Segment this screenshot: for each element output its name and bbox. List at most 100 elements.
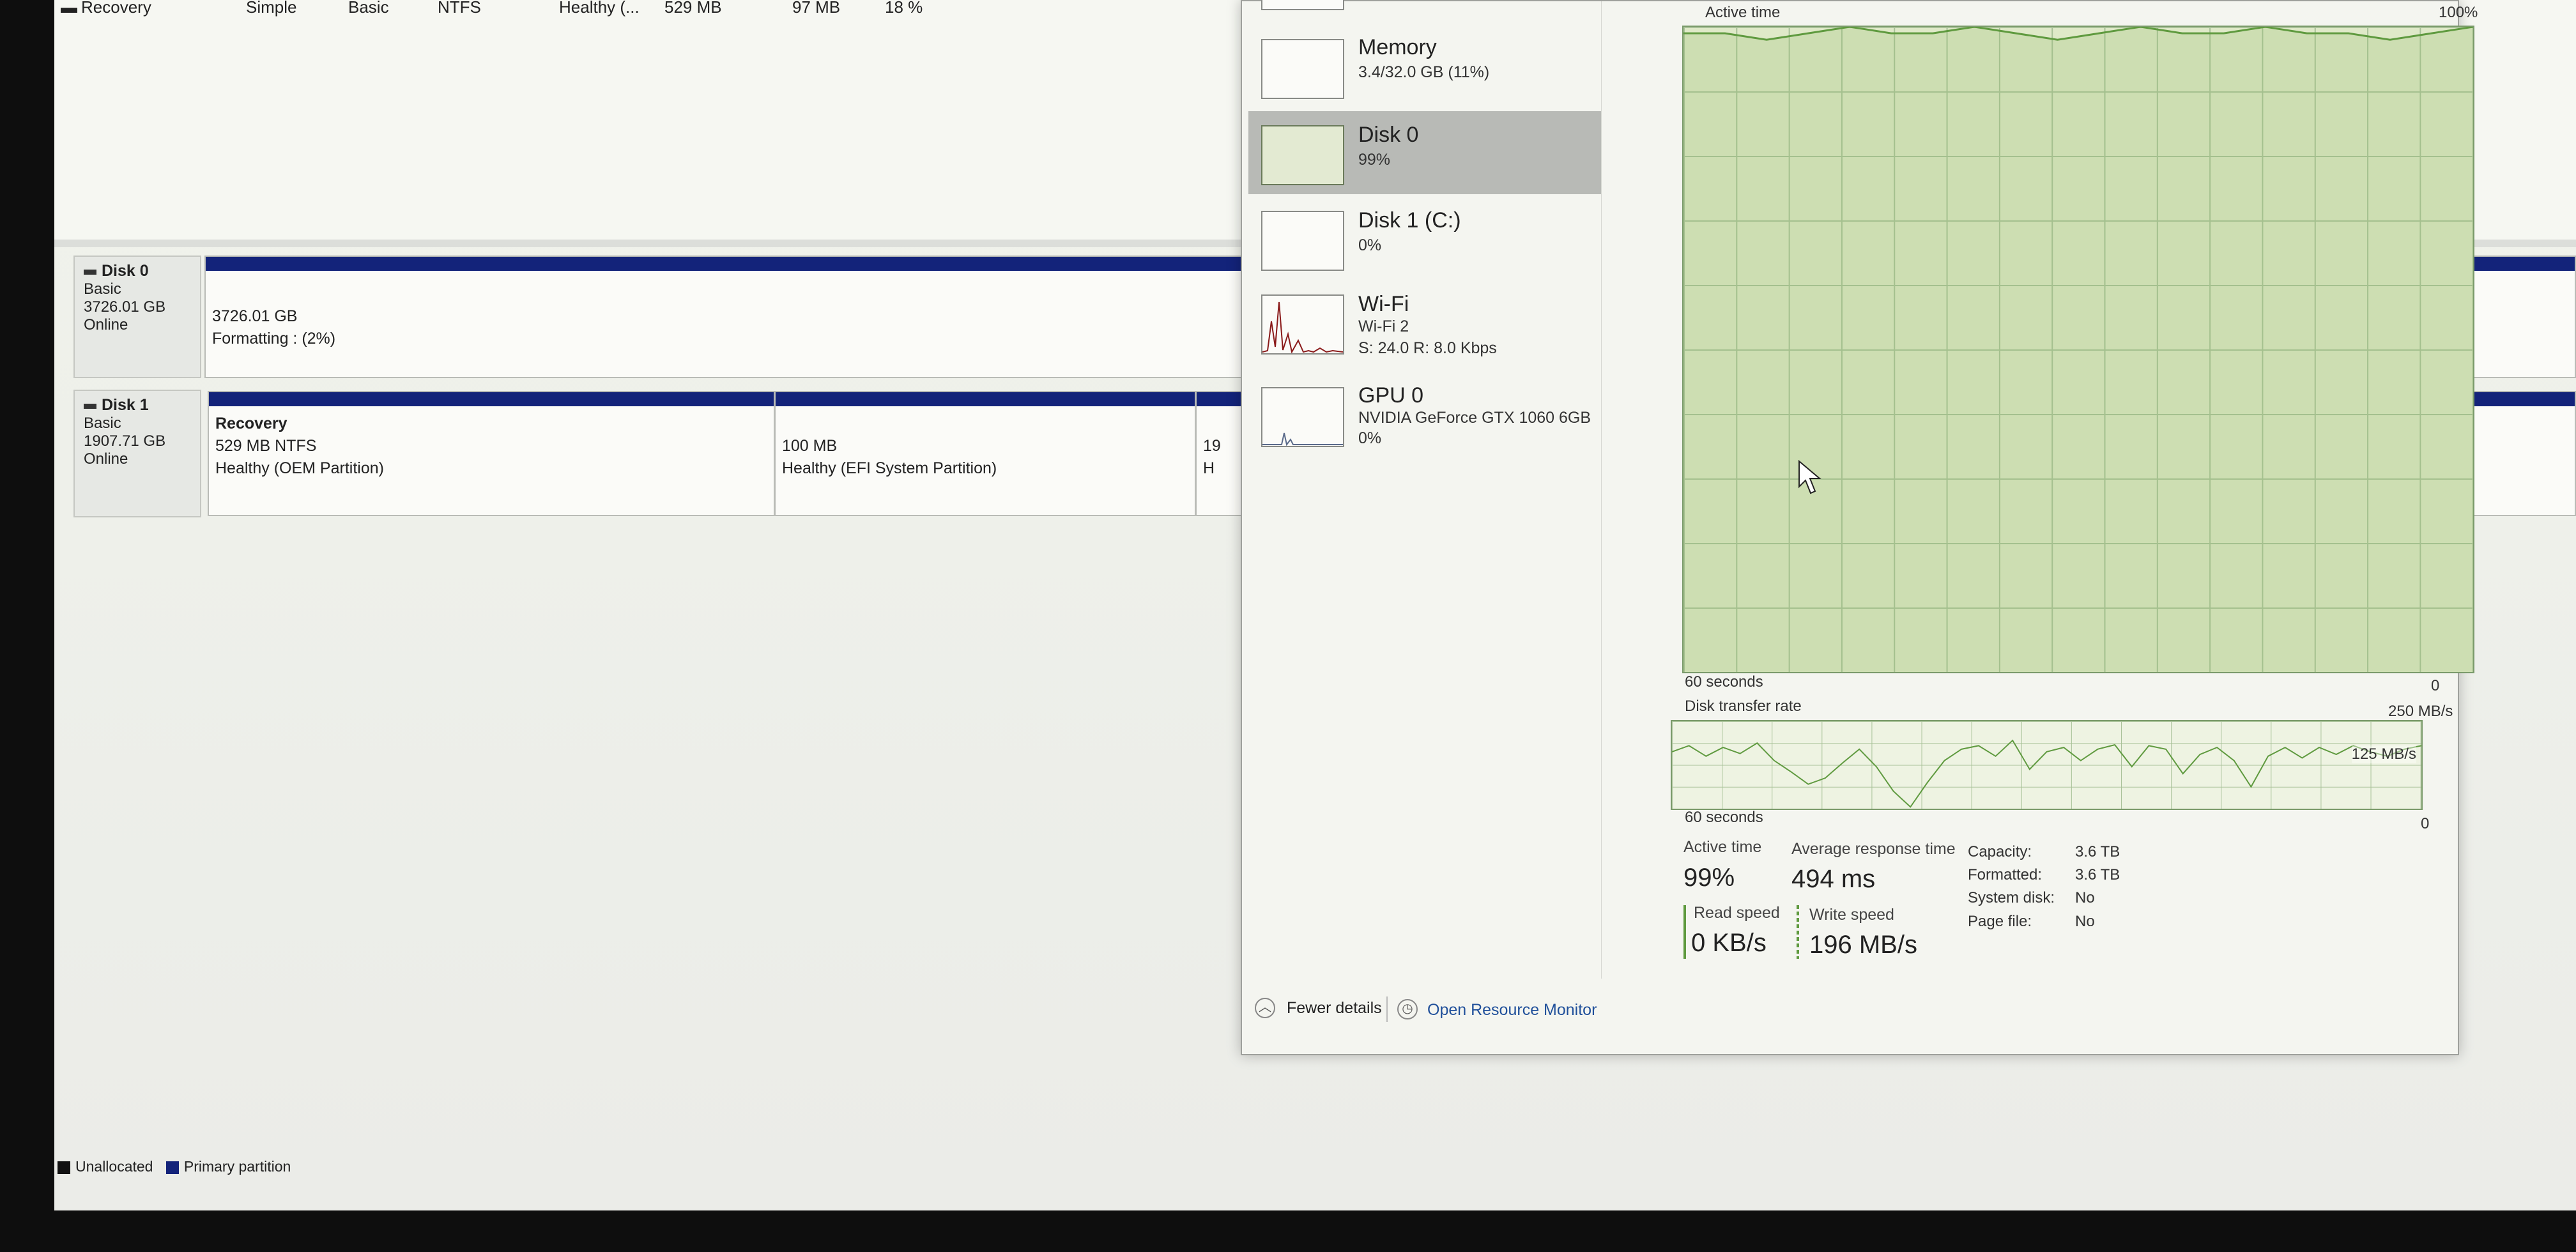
- active-time-area: [1683, 27, 2473, 672]
- stat-avg-resp-value: 494 ms: [1791, 865, 1876, 893]
- page-file-label: Page file:: [1968, 913, 2032, 930]
- partition-status: Formatting : (2%): [212, 330, 336, 347]
- resource-detail-2: 0%: [1358, 429, 1382, 447]
- open-resource-monitor-link[interactable]: Open Resource Monitor: [1427, 1001, 1597, 1019]
- volume-icon: ▬: [61, 0, 77, 17]
- active-time-axis-left: 60 seconds: [1685, 673, 1763, 691]
- active-time-line: [1683, 27, 2473, 672]
- legend: Unallocated Primary partition: [57, 1158, 300, 1175]
- volume-type: Basic: [348, 0, 389, 17]
- transfer-axis-right: 0: [2421, 815, 2430, 832]
- resource-title: Wi-Fi: [1358, 292, 1409, 316]
- performance-sidebar: Memory 3.4/32.0 GB (11%) Disk 0 99% Disk…: [1242, 0, 1601, 1054]
- resource-title: Memory: [1358, 35, 1437, 59]
- disk-detail-panel: Active time 100% 60 seconds 0 Disk trans…: [1602, 1, 2478, 1054]
- stat-read-value: 0 KB/s: [1691, 929, 1767, 957]
- resource-thumbnail: [1261, 0, 1344, 10]
- partition-bar: [209, 392, 774, 406]
- volume-capacity: 529 MB: [664, 0, 722, 17]
- active-time-graph-label: Active time: [1705, 4, 1781, 21]
- resource-detail: 0%: [1358, 236, 1382, 254]
- legend-primary: Primary partition: [183, 1158, 291, 1175]
- disk-1-label[interactable]: Disk 1 Basic 1907.71 GB Online: [73, 390, 201, 517]
- resource-detail: 3.4/32.0 GB (11%): [1358, 63, 1490, 81]
- read-speed-indicator: [1683, 905, 1686, 959]
- footer-separator: [1386, 996, 1388, 1022]
- partition-size: 3726.01 GB: [212, 307, 298, 325]
- volume-percent-free: 18 %: [885, 0, 923, 17]
- resource-detail-2: S: 24.0 R: 8.0 Kbps: [1358, 339, 1497, 357]
- resource-item-cpu[interactable]: [1248, 0, 1601, 14]
- formatted-value: 3.6 TB: [2075, 866, 2120, 883]
- partition-bar: [776, 392, 1195, 406]
- resource-item-disk-0[interactable]: Disk 0 99%: [1248, 111, 1601, 194]
- disk-state: Online: [84, 316, 128, 333]
- task-manager-window: Memory 3.4/32.0 GB (11%) Disk 0 99% Disk…: [1241, 0, 2478, 1055]
- legend-unallocated: Unallocated: [75, 1158, 153, 1175]
- active-time-graph-max: 100%: [2439, 4, 2478, 21]
- screen: ▬ Recovery Simple Basic NTFS Healthy (..…: [54, 0, 2576, 1210]
- disk-size: 1907.71 GB: [84, 432, 166, 450]
- resource-title: Disk 1 (C:): [1358, 208, 1461, 233]
- partition-status: Healthy (EFI System Partition): [782, 459, 997, 477]
- resource-thumbnail: [1261, 387, 1344, 447]
- resource-title: Disk 0: [1358, 123, 1419, 147]
- partition-title: Recovery: [215, 415, 288, 432]
- transfer-rate-graph: 125 MB/s: [1671, 720, 2423, 810]
- wifi-sparkline: [1262, 302, 1344, 354]
- stat-active-time-value: 99%: [1683, 864, 1735, 892]
- transfer-rate-series: [1672, 739, 2421, 808]
- transfer-rate-mid: 125 MB/s: [2351, 745, 2416, 763]
- transfer-rate-max: 250 MB/s: [2388, 703, 2453, 720]
- disk-state: Online: [84, 450, 128, 468]
- task-manager-footer: ︿ Fewer details ◷ Open Resource Monitor: [1242, 991, 2458, 1030]
- resource-item-disk-1[interactable]: Disk 1 (C:) 0%: [1248, 199, 1601, 279]
- volume-layout: Simple: [246, 0, 297, 17]
- formatted-label: Formatted:: [1968, 866, 2043, 883]
- resource-thumbnail: [1261, 39, 1344, 99]
- disk-0-label[interactable]: Disk 0 Basic 3726.01 GB Online: [73, 256, 201, 378]
- unallocated-swatch: [57, 1161, 70, 1174]
- system-disk-value: No: [2075, 889, 2095, 906]
- disk-icon: [84, 269, 96, 275]
- fewer-details-link[interactable]: Fewer details: [1287, 999, 1382, 1018]
- stat-active-time-label: Active time: [1683, 838, 1762, 856]
- disk-name: Disk 0: [102, 262, 149, 280]
- resource-thumbnail: [1261, 211, 1344, 271]
- disk-1-partition-efi[interactable]: 100 MB Healthy (EFI System Partition): [774, 391, 1196, 516]
- volume-fs: NTFS: [438, 0, 481, 17]
- resource-item-memory[interactable]: Memory 3.4/32.0 GB (11%): [1248, 30, 1601, 110]
- gpu-sparkline: [1262, 432, 1343, 447]
- partition-size: 529 MB NTFS: [215, 437, 317, 455]
- disk-1-partition-recovery[interactable]: Recovery 529 MB NTFS Healthy (OEM Partit…: [208, 391, 775, 516]
- disk-kind: Basic: [84, 415, 121, 432]
- partition-size: 19: [1203, 437, 1221, 455]
- primary-swatch: [165, 1161, 179, 1174]
- partition-status: H: [1203, 459, 1215, 477]
- chevron-up-icon[interactable]: ︿: [1255, 998, 1275, 1018]
- resource-thumbnail: [1261, 125, 1344, 185]
- stat-write-value: 196 MB/s: [1809, 931, 1917, 959]
- partition-status: Healthy (OEM Partition): [215, 459, 384, 477]
- resource-monitor-icon[interactable]: ◷: [1397, 999, 1418, 1019]
- resource-thumbnail: [1261, 294, 1344, 355]
- volume-status: Healthy (...: [559, 0, 640, 17]
- resource-detail: 99%: [1358, 151, 1391, 169]
- partition-size: 100 MB: [782, 437, 838, 455]
- volume-name: Recovery: [81, 0, 151, 17]
- resource-item-wifi[interactable]: Wi-Fi Wi-Fi 2 S: 24.0 R: 8.0 Kbps: [1248, 286, 1601, 365]
- volume-free: 97 MB: [792, 0, 841, 17]
- stat-avg-resp-label: Average response time: [1791, 840, 1956, 858]
- transfer-rate-line: [1672, 739, 2421, 808]
- transfer-rate-label: Disk transfer rate: [1685, 698, 1802, 715]
- disk-name: Disk 1: [102, 396, 149, 414]
- active-time-graph: [1682, 26, 2474, 673]
- resource-title: GPU 0: [1358, 383, 1424, 408]
- active-time-axis-right: 0: [2431, 677, 2440, 694]
- transfer-axis-left: 60 seconds: [1685, 809, 1763, 826]
- stat-read-label: Read speed: [1694, 904, 1780, 922]
- resource-detail: Wi-Fi 2: [1358, 317, 1409, 335]
- write-speed-indicator: [1797, 905, 1799, 959]
- resource-item-gpu[interactable]: GPU 0 NVIDIA GeForce GTX 1060 6GB 0%: [1248, 378, 1601, 458]
- disk-icon: [84, 403, 96, 409]
